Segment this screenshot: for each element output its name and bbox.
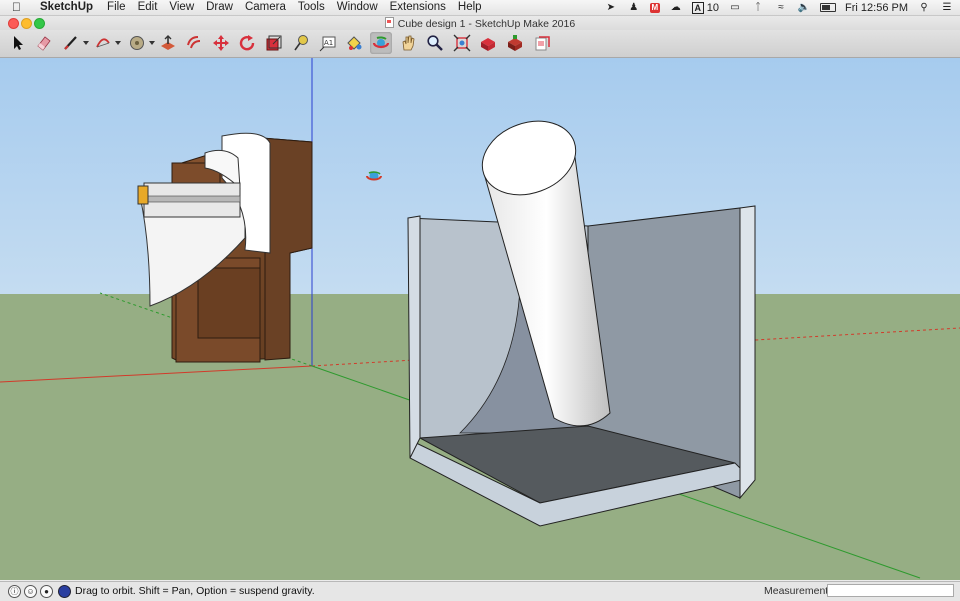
text-tool-glyph: A1 <box>324 39 333 47</box>
menu-window[interactable]: Window <box>331 0 384 15</box>
search-icon[interactable]: ⚲ <box>917 2 931 14</box>
menu-clock[interactable]: Fri 12:56 PM <box>845 2 908 14</box>
measurements-label: Measurements <box>764 585 834 597</box>
shapes-tool-icon[interactable] <box>126 32 148 54</box>
menu-help[interactable]: Help <box>452 0 488 15</box>
menu-view[interactable]: View <box>163 0 200 15</box>
zoom-extents-tool-icon[interactable] <box>451 32 473 54</box>
menu-tools[interactable]: Tools <box>292 0 331 15</box>
bracket-left-edge <box>407 215 421 459</box>
tape-measure-tool-icon[interactable] <box>290 32 312 54</box>
menu-edit[interactable]: Edit <box>132 0 164 15</box>
scale-tool-icon[interactable] <box>263 32 285 54</box>
paint-bucket-tool-icon[interactable] <box>343 32 365 54</box>
3d-warehouse-icon[interactable] <box>477 32 499 54</box>
user-icon[interactable]: ♟ <box>627 2 641 14</box>
cloud-icon[interactable]: ☁ <box>669 2 683 14</box>
geo-location-icon[interactable]: ⓘ <box>8 585 21 598</box>
select-tool-icon[interactable] <box>7 32 29 54</box>
window-title-text: Cube design 1 - SketchUp Make 2016 <box>397 18 576 30</box>
notification-count: 10 <box>706 1 720 14</box>
model-viewport[interactable] <box>0 58 960 580</box>
send-to-layout-icon[interactable] <box>531 32 553 54</box>
arc-tool-icon[interactable] <box>92 32 114 54</box>
location-icon[interactable]: ➤ <box>604 2 618 14</box>
offset-tool-icon[interactable] <box>183 32 205 54</box>
rotate-tool-icon[interactable] <box>236 32 258 54</box>
pan-tool-icon[interactable] <box>397 32 419 54</box>
adobe-icon[interactable]: A <box>691 1 704 14</box>
menu-camera[interactable]: Camera <box>239 0 292 15</box>
wood-base-inset <box>197 267 261 339</box>
airplay-icon[interactable]: ▭ <box>728 2 742 14</box>
measurements-field[interactable] <box>827 584 954 597</box>
menu-extensions[interactable]: Extensions <box>384 0 452 15</box>
menu-draw[interactable]: Draw <box>200 0 239 15</box>
menu-file[interactable]: File <box>101 0 132 15</box>
volume-icon[interactable]: 🔈 <box>797 2 811 14</box>
menu-bar:  SketchUp File Edit View Draw Camera To… <box>0 0 960 16</box>
white-rod-end <box>137 185 149 205</box>
scene-canvas[interactable] <box>0 58 960 580</box>
window-title: Cube design 1 - SketchUp Make 2016 <box>0 17 960 30</box>
toolbar: A1 <box>0 30 960 58</box>
battery-icon[interactable] <box>820 3 837 12</box>
move-tool-icon[interactable] <box>210 32 232 54</box>
arc-tool-dropdown-icon[interactable] <box>115 41 121 45</box>
instructor-icon[interactable] <box>58 585 71 598</box>
orbit-tool-icon[interactable] <box>370 32 392 54</box>
credits-icon[interactable]: ☺ <box>24 585 37 598</box>
extension-warehouse-icon[interactable] <box>504 32 526 54</box>
wifi-icon[interactable]: ≈ <box>774 2 788 14</box>
menu-extras: ➤ ♟ M ☁ A 10 ▭ ᛏ ≈ 🔈 Fri 12:56 PM ⚲ ☰ <box>604 0 954 15</box>
shapes-tool-dropdown-icon[interactable] <box>149 41 155 45</box>
white-rod-stripe <box>143 195 241 203</box>
zoom-tool-icon[interactable] <box>424 32 446 54</box>
menu-app-name[interactable]: SketchUp <box>34 0 101 15</box>
status-bar: ⓘ ☺ ● Drag to orbit. Shift = Pan, Option… <box>0 581 960 601</box>
mail-badge-icon[interactable]: M <box>649 2 660 13</box>
notification-center-icon[interactable]: ☰ <box>940 2 954 14</box>
push-pull-tool-icon[interactable] <box>157 32 179 54</box>
bluetooth-icon[interactable]: ᛏ <box>751 2 765 14</box>
user-account-icon[interactable]: ● <box>40 585 53 598</box>
line-tool-dropdown-icon[interactable] <box>83 41 89 45</box>
window-title-bar: Cube design 1 - SketchUp Make 2016 <box>0 16 960 30</box>
status-hint-text: Drag to orbit. Shift = Pan, Option = sus… <box>75 585 315 597</box>
document-icon <box>384 17 394 28</box>
apple-menu-icon[interactable]:  <box>12 0 26 15</box>
line-tool-icon[interactable] <box>60 32 82 54</box>
text-tool-icon[interactable]: A1 <box>317 32 339 54</box>
eraser-tool-icon[interactable] <box>33 32 55 54</box>
bracket-right-edge <box>739 205 756 500</box>
